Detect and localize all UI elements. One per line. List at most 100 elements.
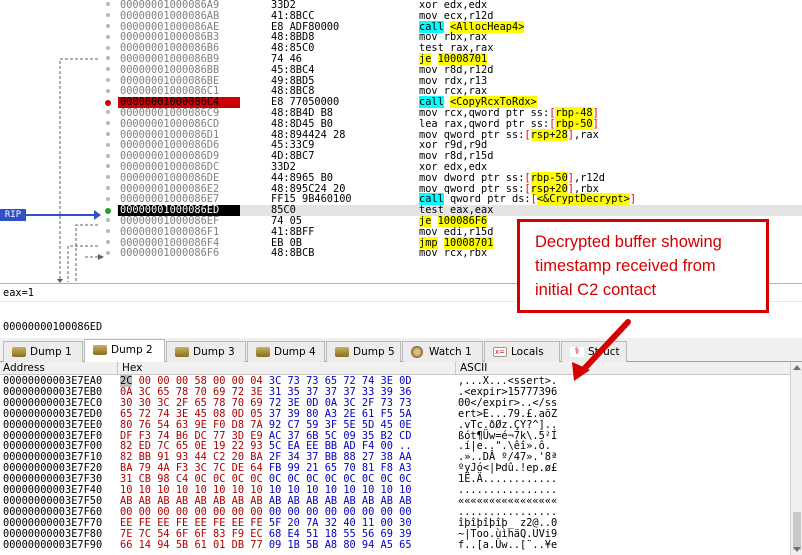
watch-icon	[411, 346, 423, 358]
instruction-bytes: 44:8965 B0	[271, 171, 333, 184]
tab-dump-5[interactable]: Dump 5	[326, 341, 401, 362]
dump-ascii[interactable]: .vTc.ðØz.ÇY?^]..	[458, 419, 557, 431]
dump-row[interactable]: 00000000003E7F80 7E 7C 54 6F 6F 83 F9 EC …	[0, 528, 790, 540]
breakpoint-slot-icon[interactable]	[106, 229, 110, 234]
breakpoint-slot-icon[interactable]	[106, 132, 110, 136]
instruction-text[interactable]: mov rcx,rbx	[419, 248, 487, 259]
tab-dump-2[interactable]: Dump 2	[84, 339, 165, 363]
tab-label: Dump 4	[274, 346, 316, 358]
instruction-bytes: 41:8BFF	[271, 225, 315, 238]
rip-arrow-head	[94, 210, 101, 220]
tab-label: Watch 1	[429, 346, 472, 358]
breakpoint-slot-icon[interactable]	[106, 153, 110, 158]
dump-tab-bar: Dump 1 Dump 2 Dump 3 Dump 4 Dump 5 Watch 1 x= L…	[0, 338, 802, 363]
breakpoint-slot-icon[interactable]	[106, 34, 110, 39]
breakpoint-slot-icon[interactable]	[106, 78, 110, 82]
instruction-address[interactable]: 00000001000086F1	[120, 226, 240, 238]
breakpoint-column[interactable]	[100, 0, 117, 283]
tab-label: Locals	[511, 346, 544, 358]
breakpoint-slot-icon[interactable]	[106, 164, 110, 169]
instruction-address[interactable]: 00000001000086BB	[120, 64, 240, 76]
info-register-line: eax=1	[3, 287, 34, 299]
instruction-address[interactable]: 00000001000086CD	[120, 118, 240, 130]
locals-icon: x=	[493, 347, 507, 357]
breakpoint-slot-icon[interactable]	[106, 175, 110, 180]
address-column-header[interactable]: Address	[3, 362, 45, 374]
tab-locals[interactable]: x= Locals	[484, 341, 560, 362]
dump-row[interactable]: 00000000003E7EE0 80 76 54 63 9E F0 D8 7A …	[0, 419, 790, 431]
dump-icon	[256, 347, 270, 357]
breakpoint-slot-icon[interactable]	[106, 240, 110, 244]
breakpoint-slot-icon[interactable]	[106, 250, 110, 255]
instruction-text[interactable]: mov edi,r15d	[419, 226, 493, 238]
tab-label: Dump 2	[111, 344, 153, 356]
breakpoint-slot-icon[interactable]	[106, 196, 110, 201]
scroll-down-icon[interactable]	[793, 547, 801, 552]
breakpoint-slot-icon[interactable]	[106, 186, 110, 190]
dump-header: Address Hex ASCII	[0, 362, 790, 375]
callout-line: initial C2 contact	[535, 281, 657, 299]
tab-dump-1[interactable]: Dump 1	[3, 341, 83, 362]
breakpoint-slot-icon[interactable]	[106, 110, 110, 115]
dump-address[interactable]: 00000000003E7EE0	[3, 419, 102, 431]
breakpoint-slot-icon[interactable]	[106, 56, 110, 61]
instruction-address[interactable]: 00000001000086F6	[120, 248, 240, 259]
tab-label: Dump 3	[193, 346, 235, 358]
ascii-column-header[interactable]: ASCII	[460, 362, 487, 374]
tab-label: Dump 5	[353, 346, 395, 358]
dump-row[interactable]: 00000000003E7F70 EE FE EE FE EE FE EE FE …	[0, 517, 790, 529]
tab-label: Dump 1	[30, 346, 72, 358]
tab-struct[interactable]: ⚕ Struct	[561, 341, 627, 362]
instruction-address[interactable]: 00000001000086AB	[120, 10, 240, 22]
dump-scrollbar[interactable]	[790, 362, 802, 555]
tab-watch-1[interactable]: Watch 1	[402, 341, 483, 362]
scroll-thumb[interactable]	[793, 512, 801, 550]
tab-dump-3[interactable]: Dump 3	[166, 341, 246, 362]
dump-ascii[interactable]: ~|Too.ùìhäQ.UVi9	[458, 528, 557, 540]
breakpoint-icon[interactable]	[105, 99, 111, 106]
dump-address[interactable]: 00000000003E7F80	[3, 528, 102, 540]
instruction-bytes: 48:8D45 B0	[271, 117, 333, 130]
dump-icon	[93, 345, 107, 355]
annotation-callout: Decrypted buffer showing timestamp recei…	[517, 219, 769, 313]
dump-ascii[interactable]: f..[a.Ûw..[¨..¥e	[458, 539, 557, 551]
hex-column-header[interactable]: Hex	[122, 362, 142, 374]
breakpoint-slot-icon[interactable]	[106, 24, 110, 28]
disasm-line[interactable]: 00000001000086AB 41:8BCC mov ecx,r12d	[117, 9, 802, 22]
dump-hex[interactable]: 66 14 94 5B 61 01 DB 77 09 1B 5B A8 80 9…	[120, 539, 412, 551]
breakpoint-slot-icon[interactable]	[106, 67, 110, 72]
callout-line: Decrypted buffer showing	[535, 233, 722, 251]
rip-arrow	[26, 214, 100, 216]
dump-address[interactable]: 00000000003E7ED0	[3, 408, 102, 420]
breakpoint-slot-icon[interactable]	[106, 13, 110, 18]
dump-icon	[335, 347, 349, 357]
dump-icon	[12, 347, 26, 357]
instruction-bytes: 41:8BCC	[271, 9, 315, 22]
breakpoint-slot-icon[interactable]	[106, 121, 110, 126]
dump-address[interactable]: 00000000003E7F90	[3, 539, 102, 551]
dump-row[interactable]: 00000000003E7F90 66 14 94 5B 61 01 DB 77 …	[0, 539, 790, 551]
instruction-address[interactable]: 00000001000086DE	[120, 172, 240, 184]
dump-ascii[interactable]: îþîþîþîþ_ z2@..0	[458, 517, 557, 529]
instruction-text[interactable]: mov ecx,r12d	[419, 10, 493, 22]
dump-ascii[interactable]: ert>E...79.£.aõZ	[458, 408, 557, 420]
rip-marker: RIP	[0, 209, 26, 221]
tab-label: Struct	[588, 346, 620, 358]
dump-row[interactable]: 00000000003E7ED0 65 72 74 3E 45 08 0D 05 …	[0, 408, 790, 420]
breakpoint-slot-icon[interactable]	[106, 2, 110, 7]
breakpoint-slot-icon[interactable]	[106, 218, 110, 223]
tab-dump-4[interactable]: Dump 4	[247, 341, 325, 362]
callout-line: timestamp received from	[535, 257, 716, 275]
dump-view[interactable]: Address Hex ASCII 00000000003E7EA0 2C 00 …	[0, 362, 802, 555]
dump-address[interactable]: 00000000003E7F70	[3, 517, 102, 529]
info-address-line: 00000000100086ED	[3, 321, 103, 333]
breakpoint-slot-icon[interactable]	[106, 45, 110, 50]
dump-icon	[175, 347, 189, 357]
struct-icon: ⚕	[570, 347, 584, 357]
breakpoint-slot-icon[interactable]	[106, 88, 110, 93]
breakpoint-slot-icon[interactable]	[106, 142, 110, 147]
scroll-up-icon[interactable]	[793, 365, 801, 370]
current-instruction-icon[interactable]	[105, 207, 111, 214]
instruction-bytes: 48:8BCB	[271, 247, 315, 260]
instruction-bytes: 45:8BC4	[271, 63, 315, 76]
